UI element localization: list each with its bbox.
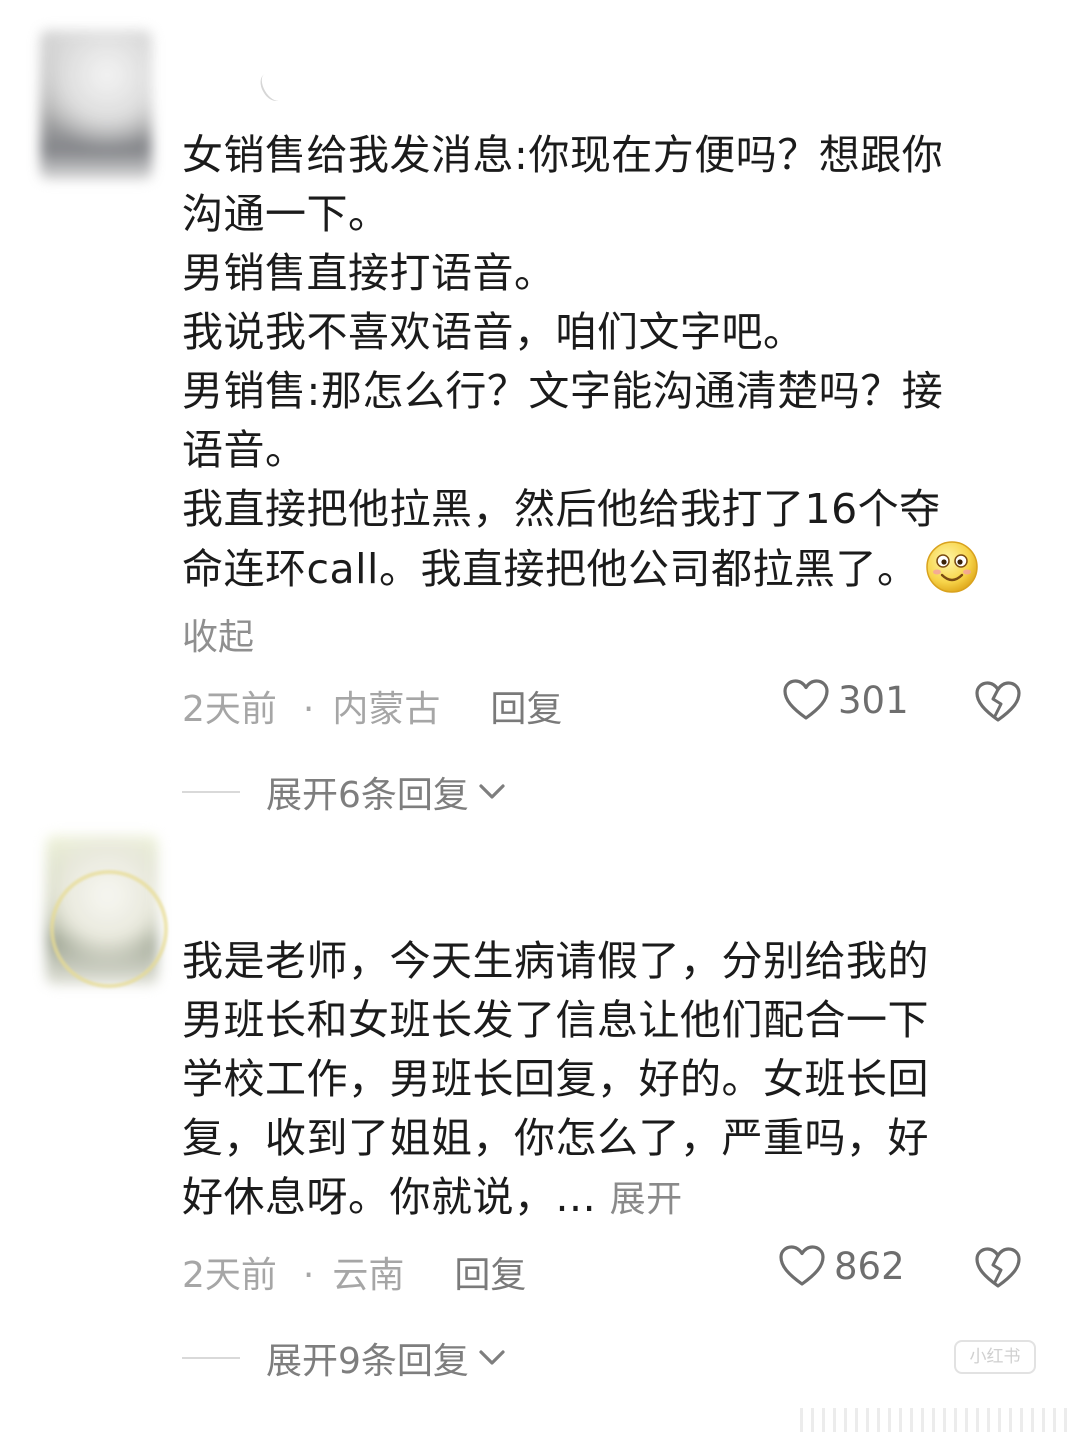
comment-text: 我是老师，今天生病请假了，分别给我的 男班长和女班长发了信息让他们配合一下 学校… [182, 932, 1042, 1229]
comment-line: 男销售直接打语音。 [182, 249, 556, 297]
avatar-frame [50, 870, 168, 988]
broken-heart-icon[interactable] [974, 680, 1022, 724]
expand-replies-button[interactable]: 展开6条回复 [182, 766, 507, 818]
comment-line: 女销售给我发消息:你现在方便吗？想跟你 [182, 131, 944, 179]
comment-line: 好休息呀。你就说，... [182, 1173, 597, 1221]
comment-line: 学校工作，男班长回复，好的。女班长回 [182, 1055, 929, 1103]
comment-time: 2天前 [182, 1255, 277, 1296]
comment-location: 云南 [332, 1255, 405, 1296]
chevron-down-icon [479, 784, 505, 799]
heart-outline-icon [779, 1245, 825, 1286]
heart-outline-icon [783, 679, 829, 720]
like-count: 301 [838, 678, 909, 722]
divider-line [182, 791, 240, 793]
comment-line-last: 好休息呀。你就说，... 展开 [182, 1168, 1042, 1229]
comment-line: 复，收到了姐姐，你怎么了，严重吗，好 [182, 1114, 929, 1162]
comment-line: 男销售:那怎么行？文字能沟通清楚吗？接 [182, 367, 944, 415]
comment-line: 我直接把他拉黑，然后他给我打了16个夺 [182, 485, 941, 533]
meta-separator: · [302, 689, 315, 730]
avatar[interactable] [40, 30, 152, 180]
expand-replies-button[interactable]: 展开9条回复 [182, 1332, 507, 1384]
comment-meta: 2天前 · 云南 回复 [182, 1246, 526, 1298]
comment-location: 内蒙古 [332, 689, 441, 730]
decorative-mark [255, 69, 289, 105]
like-button[interactable]: 301 [782, 678, 909, 722]
comment-line: 沟通一下。 [182, 190, 390, 238]
expand-replies-label: 展开9条回复 [266, 1341, 469, 1382]
like-count: 862 [834, 1244, 905, 1288]
reply-button[interactable]: 回复 [490, 689, 562, 730]
comment-meta: 2天前 · 内蒙古 回复 [182, 680, 562, 732]
collapse-link[interactable]: 收起 [182, 608, 254, 660]
divider-line [182, 1357, 240, 1359]
comment-line: 语音。 [182, 426, 307, 474]
expand-text-link[interactable]: 展开 [610, 1179, 683, 1220]
like-button[interactable]: 862 [778, 1244, 905, 1288]
comment-line: 男班长和女班长发了信息让他们配合一下 [182, 996, 929, 1044]
comment-line-last: 命连环call。我直接把他公司都拉黑了。 [182, 539, 1042, 599]
comment-page: 女销售给我发消息:你现在方便吗？想跟你 沟通一下。 男销售直接打语音。 我说我不… [0, 0, 1080, 1440]
chevron-down-icon [479, 1350, 505, 1365]
meta-separator: · [302, 1255, 315, 1296]
comment-line: 我是老师，今天生病请假了，分别给我的 [182, 937, 929, 985]
comment-time: 2天前 [182, 689, 277, 730]
reply-button[interactable]: 回复 [454, 1255, 526, 1296]
expand-replies-label: 展开6条回复 [266, 775, 469, 816]
comment-line: 命连环call。我直接把他公司都拉黑了。 [182, 545, 919, 593]
watermark-logo: 小红书 [954, 1340, 1036, 1374]
comment-text: 女销售给我发消息:你现在方便吗？想跟你 沟通一下。 男销售直接打语音。 我说我不… [182, 126, 1042, 599]
broken-heart-icon[interactable] [974, 1246, 1022, 1290]
smiling-emoji-icon [926, 541, 979, 593]
comment-line: 我说我不喜欢语音，咱们文字吧。 [182, 308, 805, 356]
image-edge-artifact [800, 1408, 1070, 1432]
